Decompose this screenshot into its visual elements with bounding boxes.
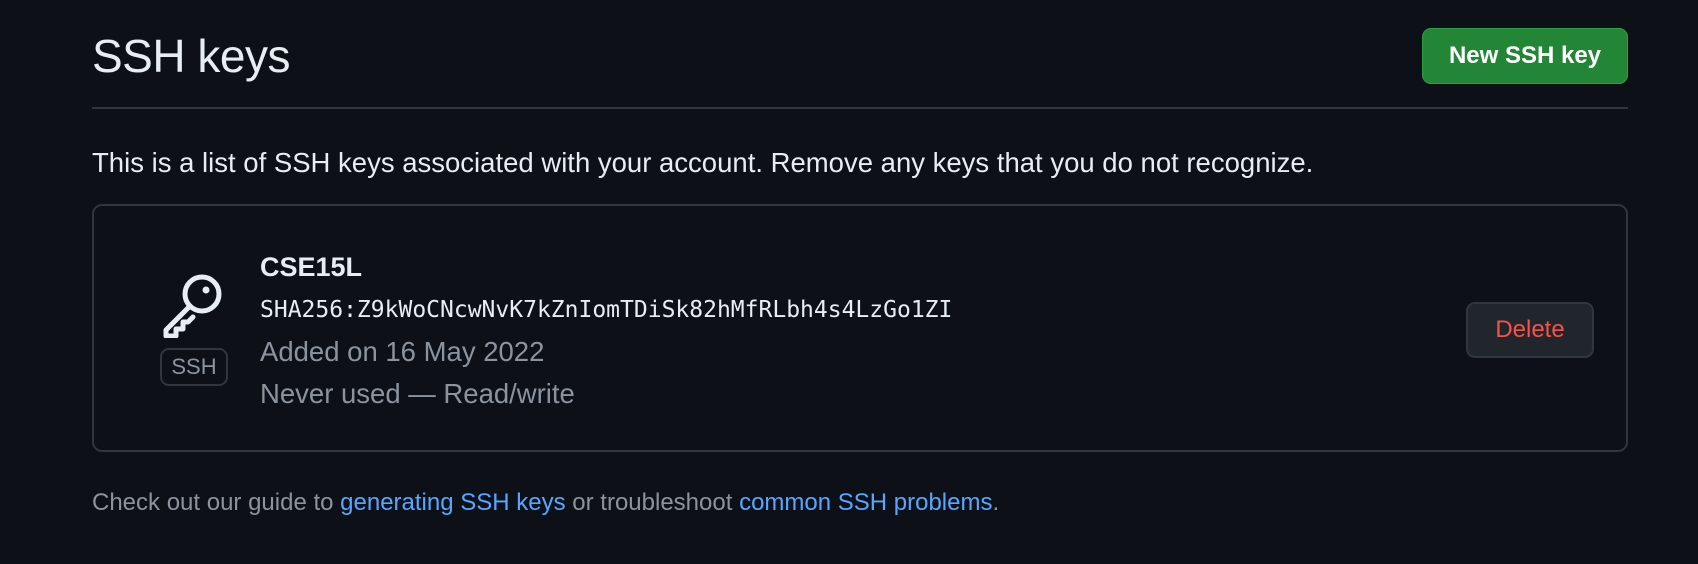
footer-middle: or troubleshoot xyxy=(565,489,740,516)
page-title: SSH keys xyxy=(92,30,290,82)
common-ssh-problems-link[interactable]: common SSH problems xyxy=(739,489,992,516)
key-added-date: Added on 16 May 2022 xyxy=(260,336,545,367)
footer-suffix: . xyxy=(992,489,1000,516)
new-ssh-key-button[interactable]: New SSH key xyxy=(1422,28,1628,84)
page-header: SSH keys New SSH key xyxy=(92,0,1628,109)
key-usage: Never used — Read/write xyxy=(260,378,575,409)
key-title: CSE15L xyxy=(260,252,363,282)
footer-help-text: Check out our guide to generating SSH ke… xyxy=(92,486,999,520)
ssh-type-label: SSH xyxy=(160,348,228,386)
ssh-key-item: SSH CSE15L SHA256:Z9kWoCNcwNvK7kZnIomTDi… xyxy=(92,204,1628,452)
ssh-keys-page: SSH keys New SSH key This is a list of S… xyxy=(0,0,1698,564)
key-fingerprint: SHA256:Z9kWoCNcwNvK7kZnIomTDiSk82hMfRLbh… xyxy=(260,297,953,323)
key-icon xyxy=(158,268,228,339)
intro-text: This is a list of SSH keys associated wi… xyxy=(92,147,1314,178)
generating-ssh-keys-link[interactable]: generating SSH keys xyxy=(340,489,565,516)
delete-key-button[interactable]: Delete xyxy=(1466,302,1594,358)
footer-prefix: Check out our guide to xyxy=(92,489,341,516)
